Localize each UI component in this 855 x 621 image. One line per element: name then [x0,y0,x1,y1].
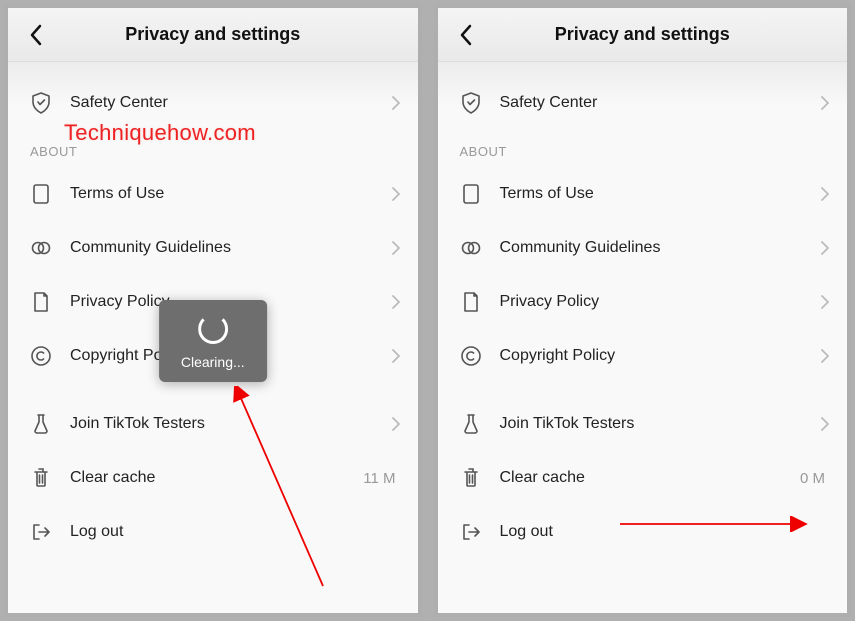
page-icon [30,291,52,313]
page-icon [460,291,482,313]
row-guidelines[interactable]: Community Guidelines [8,221,418,275]
row-label: Copyright Policy [500,347,822,365]
flask-icon [460,413,482,435]
row-label: Community Guidelines [70,239,392,257]
chevron-right-icon [392,96,400,110]
row-guidelines[interactable]: Community Guidelines [438,221,848,275]
row-label: Terms of Use [70,185,392,203]
header: Privacy and settings [8,8,418,62]
chevron-right-icon [821,349,829,363]
chevron-right-icon [392,349,400,363]
row-label: Safety Center [70,94,392,112]
row-label: Clear cache [500,469,800,487]
header: Privacy and settings [438,8,848,62]
document-icon [30,183,52,205]
row-label: Community Guidelines [500,239,822,257]
circles-icon [30,237,52,259]
row-testers[interactable]: Join TikTok Testers [438,397,848,451]
chevron-right-icon [392,417,400,431]
chevron-right-icon [392,295,400,309]
row-terms[interactable]: Terms of Use [8,167,418,221]
row-logout[interactable]: Log out [438,505,848,559]
chevron-right-icon [821,96,829,110]
row-label: Join TikTok Testers [500,415,822,433]
trash-icon [30,467,52,489]
row-label: Join TikTok Testers [70,415,392,433]
row-safety-center[interactable]: Safety Center [438,76,848,130]
row-label: Privacy Policy [500,293,822,311]
toast-label: Clearing... [181,354,245,370]
flask-icon [30,413,52,435]
row-privacy-policy[interactable]: Privacy Policy [438,275,848,329]
row-label: Terms of Use [500,185,822,203]
logout-icon [460,521,482,543]
phone-panel-right: Privacy and settings Safety Center ABOUT… [434,4,852,617]
row-copyright[interactable]: Copyright Policy [438,329,848,383]
page-title: Privacy and settings [22,24,404,45]
chevron-right-icon [821,295,829,309]
section-about: ABOUT [438,130,848,167]
row-testers[interactable]: Join TikTok Testers [8,397,418,451]
copyright-icon [460,345,482,367]
clearing-toast: Clearing... [159,300,267,382]
settings-list: Safety Center ABOUT Terms of Use Communi… [438,62,848,613]
copyright-icon [30,345,52,367]
row-label: Log out [500,523,830,541]
chevron-right-icon [821,417,829,431]
row-label: Log out [70,523,400,541]
logout-icon [30,521,52,543]
row-label: Clear cache [70,469,363,487]
row-terms[interactable]: Terms of Use [438,167,848,221]
row-safety-center[interactable]: Safety Center [8,76,418,130]
chevron-right-icon [821,187,829,201]
chevron-right-icon [392,187,400,201]
phone-panel-left: Privacy and settings Safety Center ABOUT… [4,4,422,617]
cache-size-value: 0 M [800,470,825,487]
row-logout[interactable]: Log out [8,505,418,559]
spinner-icon [198,314,228,344]
chevron-right-icon [392,241,400,255]
row-label: Safety Center [500,94,822,112]
shield-icon [460,92,482,114]
row-clear-cache[interactable]: Clear cache 11 M [8,451,418,505]
circles-icon [460,237,482,259]
chevron-right-icon [821,241,829,255]
document-icon [460,183,482,205]
row-clear-cache[interactable]: Clear cache 0 M [438,451,848,505]
shield-icon [30,92,52,114]
section-about: ABOUT [8,130,418,167]
trash-icon [460,467,482,489]
cache-size-value: 11 M [363,470,395,487]
page-title: Privacy and settings [452,24,834,45]
